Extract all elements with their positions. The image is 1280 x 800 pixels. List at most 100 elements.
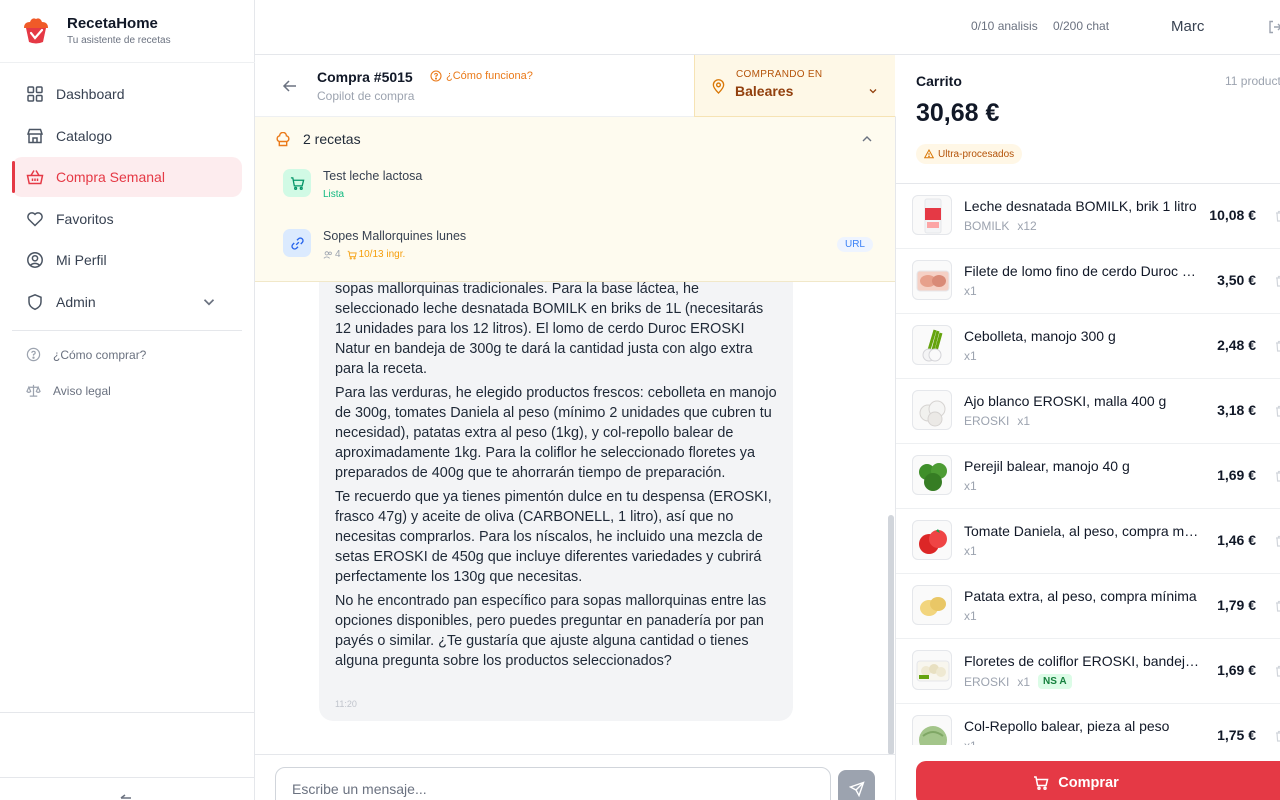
product-name: Tomate Daniela, al peso, compra mínima xyxy=(964,523,1202,539)
buy-label: Comprar xyxy=(1058,775,1119,791)
chat-header: Compra #5015 ¿Cómo funciona? Copilot de … xyxy=(255,55,896,117)
product-price: 10,08 € xyxy=(1209,207,1256,223)
product-image xyxy=(912,195,952,235)
store-selector[interactable]: COMPRANDO EN Baleares xyxy=(694,55,895,117)
sidebar-item-favoritos[interactable]: Favoritos xyxy=(12,199,242,239)
product-name: Cebolleta, manojo 300 g xyxy=(964,328,1116,344)
message-list: sopas mallorquinas tradicionales. Para l… xyxy=(255,281,895,754)
cart-item[interactable]: Floretes de coliflor EROSKI, bandeja 400… xyxy=(896,639,1280,704)
heart-icon xyxy=(27,211,43,227)
ingredients-count: 10/13 ingr. xyxy=(358,249,406,260)
message-paragraph: No he encontrado pan específico para sop… xyxy=(335,593,767,669)
scrollbar[interactable] xyxy=(888,515,894,755)
recipe-meta: 4 10/13 ingr. xyxy=(323,249,405,260)
product-price: 1,69 € xyxy=(1217,662,1256,678)
product-name: Leche desnatada BOMILK, brik 1 litro xyxy=(964,198,1197,214)
page-title: Compra #5015 xyxy=(317,69,413,85)
cart-item[interactable]: Cebolleta, manojo 300 g x1 2,48 € xyxy=(896,314,1280,379)
scale-icon xyxy=(26,384,41,397)
brand-tagline: Tu asistente de recetas xyxy=(67,35,171,46)
cart-item[interactable]: Patata extra, al peso, compra mínima x1 … xyxy=(896,574,1280,639)
trash-icon[interactable] xyxy=(1274,470,1280,482)
product-qty: x12 xyxy=(1017,219,1037,233)
sidebar-item-label: Aviso legal xyxy=(53,383,111,398)
sidebar-item-compra-semanal[interactable]: Compra Semanal xyxy=(12,157,242,197)
cart-total: 30,68 € xyxy=(916,99,1000,127)
help-circle-icon xyxy=(430,70,442,82)
product-price: 1,75 € xyxy=(1217,727,1256,743)
sidebar-item-catalogo[interactable]: Catalogo xyxy=(12,116,242,156)
message-paragraph: Te recuerdo que ya tienes pimentón dulce… xyxy=(335,489,772,585)
shield-icon xyxy=(28,293,42,310)
sidebar-item-dashboard[interactable]: Dashboard xyxy=(12,74,242,114)
product-image xyxy=(912,650,952,690)
cart-icon xyxy=(283,169,311,197)
trash-icon[interactable] xyxy=(1274,340,1280,352)
product-name: Patata extra, al peso, compra mínima xyxy=(964,588,1197,604)
store-label: COMPRANDO EN xyxy=(736,69,823,80)
product-price: 1,46 € xyxy=(1217,532,1256,548)
people-icon xyxy=(323,250,332,259)
message-input[interactable] xyxy=(275,767,831,800)
divider xyxy=(12,330,242,331)
product-name: Floretes de coliflor EROSKI, bandeja 400… xyxy=(964,653,1202,669)
ultra-processed-badge[interactable]: Ultra-procesados xyxy=(916,144,1023,164)
trash-icon[interactable] xyxy=(1274,665,1280,677)
cart-item[interactable]: Leche desnatada BOMILK, brik 1 litro BOM… xyxy=(896,184,1280,249)
product-meta: x1 xyxy=(964,739,977,745)
buy-button[interactable]: Comprar xyxy=(916,761,1280,800)
product-brand: EROSKI xyxy=(964,414,1010,428)
recipe-item[interactable]: Test leche lactosa Lista xyxy=(283,169,873,213)
cart-count: 11 productos xyxy=(1225,74,1280,88)
product-meta: x1 xyxy=(964,479,977,493)
basket-icon xyxy=(26,170,44,185)
product-price: 2,48 € xyxy=(1217,337,1256,353)
message-paragraph: Para las verduras, he elegido productos … xyxy=(335,385,777,481)
user-name[interactable]: Marc xyxy=(1171,18,1204,35)
sidebar-item-aviso-legal[interactable]: Aviso legal xyxy=(26,383,111,398)
cart-item[interactable]: Perejil balear, manojo 40 g x1 1,69 € xyxy=(896,444,1280,509)
product-meta: BOMILK x12 xyxy=(964,219,1037,233)
product-qty: x1 xyxy=(964,609,977,623)
collapse-sidebar-icon[interactable] xyxy=(118,790,134,800)
send-icon xyxy=(848,780,865,797)
trash-icon[interactable] xyxy=(1274,275,1280,287)
sidebar-item-label: ¿Cómo comprar? xyxy=(53,347,147,362)
product-qty: x1 xyxy=(964,349,977,363)
trash-icon[interactable] xyxy=(1274,600,1280,612)
composer xyxy=(255,754,895,800)
back-arrow-icon[interactable] xyxy=(281,77,299,95)
recipe-name: Test leche lactosa xyxy=(323,169,423,183)
product-name: Filete de lomo fino de cerdo Duroc EROSK… xyxy=(964,263,1202,279)
product-meta: x1 xyxy=(964,349,977,363)
product-image xyxy=(912,390,952,430)
sidebar-item-admin[interactable]: Admin xyxy=(12,282,242,322)
logout-icon[interactable] xyxy=(1267,19,1280,35)
divider xyxy=(0,777,255,778)
cart-title: Carrito xyxy=(916,73,962,89)
analysis-usage: 0/10 analisis xyxy=(971,19,1038,33)
product-price: 3,18 € xyxy=(1217,402,1256,418)
recipe-item[interactable]: Sopes Mallorquines lunes 4 10/13 ingr. U… xyxy=(283,229,873,273)
send-button[interactable] xyxy=(838,770,875,800)
product-qty: x1 xyxy=(964,544,977,558)
chevron-up-icon[interactable] xyxy=(860,132,874,146)
sidebar-item-como-comprar[interactable]: ¿Cómo comprar? xyxy=(26,347,146,362)
product-name: Col-Repollo balear, pieza al peso xyxy=(964,718,1170,734)
help-link[interactable]: ¿Cómo funciona? xyxy=(430,70,533,82)
cart-item[interactable]: Col-Repollo balear, pieza al peso x1 1,7… xyxy=(896,704,1280,745)
cart-icon xyxy=(347,250,357,259)
product-image xyxy=(912,520,952,560)
sidebar-item-mi-perfil[interactable]: Mi Perfil xyxy=(12,240,242,280)
cart-item[interactable]: Filete de lomo fino de cerdo Duroc EROSK… xyxy=(896,249,1280,314)
chef-hat-icon xyxy=(276,132,290,147)
help-link-label: ¿Cómo funciona? xyxy=(446,70,533,82)
trash-icon[interactable] xyxy=(1274,535,1280,547)
trash-icon[interactable] xyxy=(1274,210,1280,222)
brand-name: RecetaHome xyxy=(67,15,158,32)
cart-item[interactable]: Ajo blanco EROSKI, malla 400 g EROSKI x1… xyxy=(896,379,1280,444)
store-value: Baleares xyxy=(735,83,794,99)
trash-icon[interactable] xyxy=(1274,730,1280,742)
trash-icon[interactable] xyxy=(1274,405,1280,417)
cart-item[interactable]: Tomate Daniela, al peso, compra mínima x… xyxy=(896,509,1280,574)
